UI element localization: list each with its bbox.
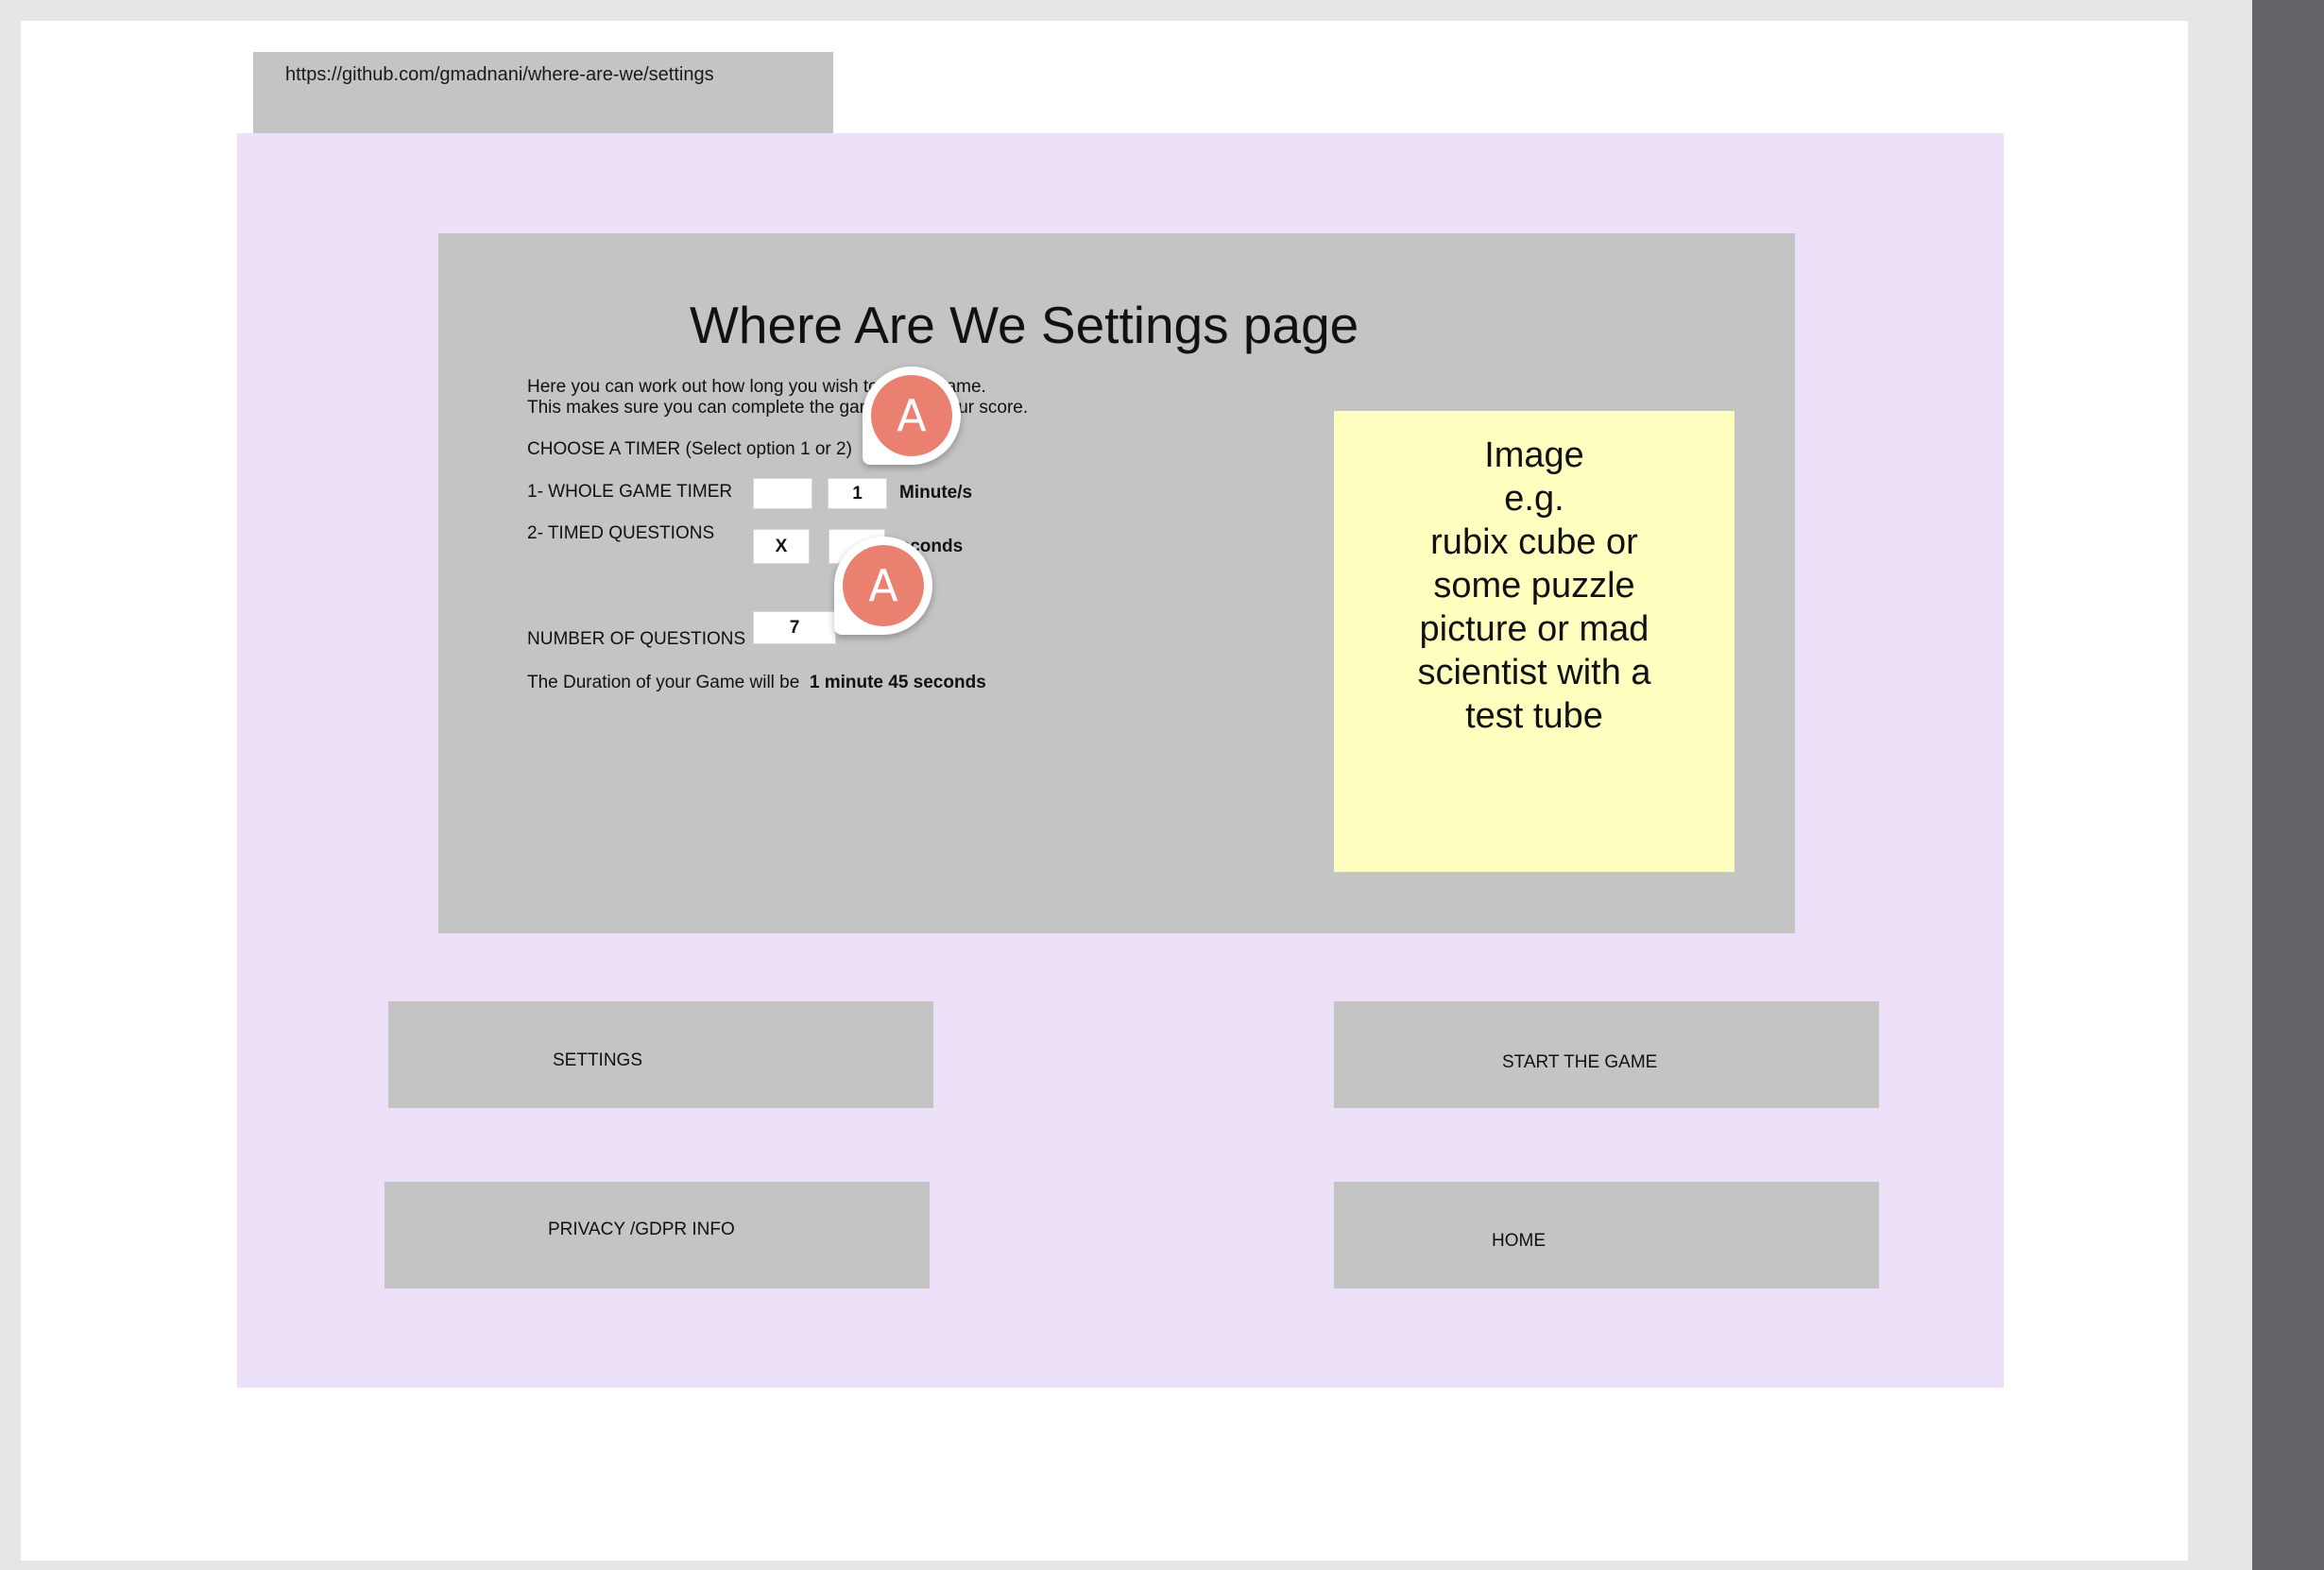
privacy-gdpr-button[interactable]: PRIVACY /GDPR INFO — [384, 1182, 930, 1288]
privacy-button-label: PRIVACY /GDPR INFO — [548, 1220, 735, 1239]
settings-button[interactable]: SETTINGS — [388, 1001, 933, 1108]
choose-timer-label: CHOOSE A TIMER (Select option 1 or 2) — [527, 439, 852, 459]
whole-game-timer-label: 1- WHOLE GAME TIMER — [527, 482, 733, 502]
collaborator-initial: A — [871, 375, 952, 456]
duration-prefix: The Duration of your Game will be — [527, 673, 800, 692]
timed-questions-label: 2- TIMED QUESTIONS — [527, 523, 715, 543]
settings-button-label: SETTINGS — [553, 1050, 643, 1070]
sticky-note-text: Image e.g. rubix cube or some puzzle pic… — [1417, 435, 1651, 736]
collaborator-initial: A — [843, 545, 924, 626]
number-of-questions-label: NUMBER OF QUESTIONS — [527, 629, 746, 649]
home-button-label: HOME — [1492, 1231, 1546, 1251]
collaborator-avatar[interactable]: A — [834, 537, 932, 635]
home-button[interactable]: HOME — [1334, 1182, 1879, 1288]
minutes-unit-label: Minute/s — [899, 483, 973, 503]
number-of-questions-input[interactable]: 7 — [753, 611, 836, 644]
side-panel — [2252, 0, 2324, 1570]
start-game-button[interactable]: START THE GAME — [1334, 1001, 1879, 1108]
game-duration-text: The Duration of your Game will be 1 minu… — [527, 673, 986, 693]
start-game-button-label: START THE GAME — [1502, 1052, 1658, 1072]
duration-value: 1 minute 45 seconds — [809, 673, 986, 692]
whole-game-timer-checkbox[interactable] — [753, 478, 812, 509]
whole-game-minutes-input[interactable]: 1 — [828, 478, 887, 509]
url-text: https://github.com/gmadnani/where-are-we… — [285, 64, 714, 85]
collaborator-avatar[interactable]: A — [863, 367, 961, 465]
page-title: Where Are We Settings page — [690, 296, 1359, 354]
timed-questions-checkbox[interactable]: X — [753, 529, 810, 564]
image-placeholder-sticky-note[interactable]: Image e.g. rubix cube or some puzzle pic… — [1334, 411, 1734, 872]
